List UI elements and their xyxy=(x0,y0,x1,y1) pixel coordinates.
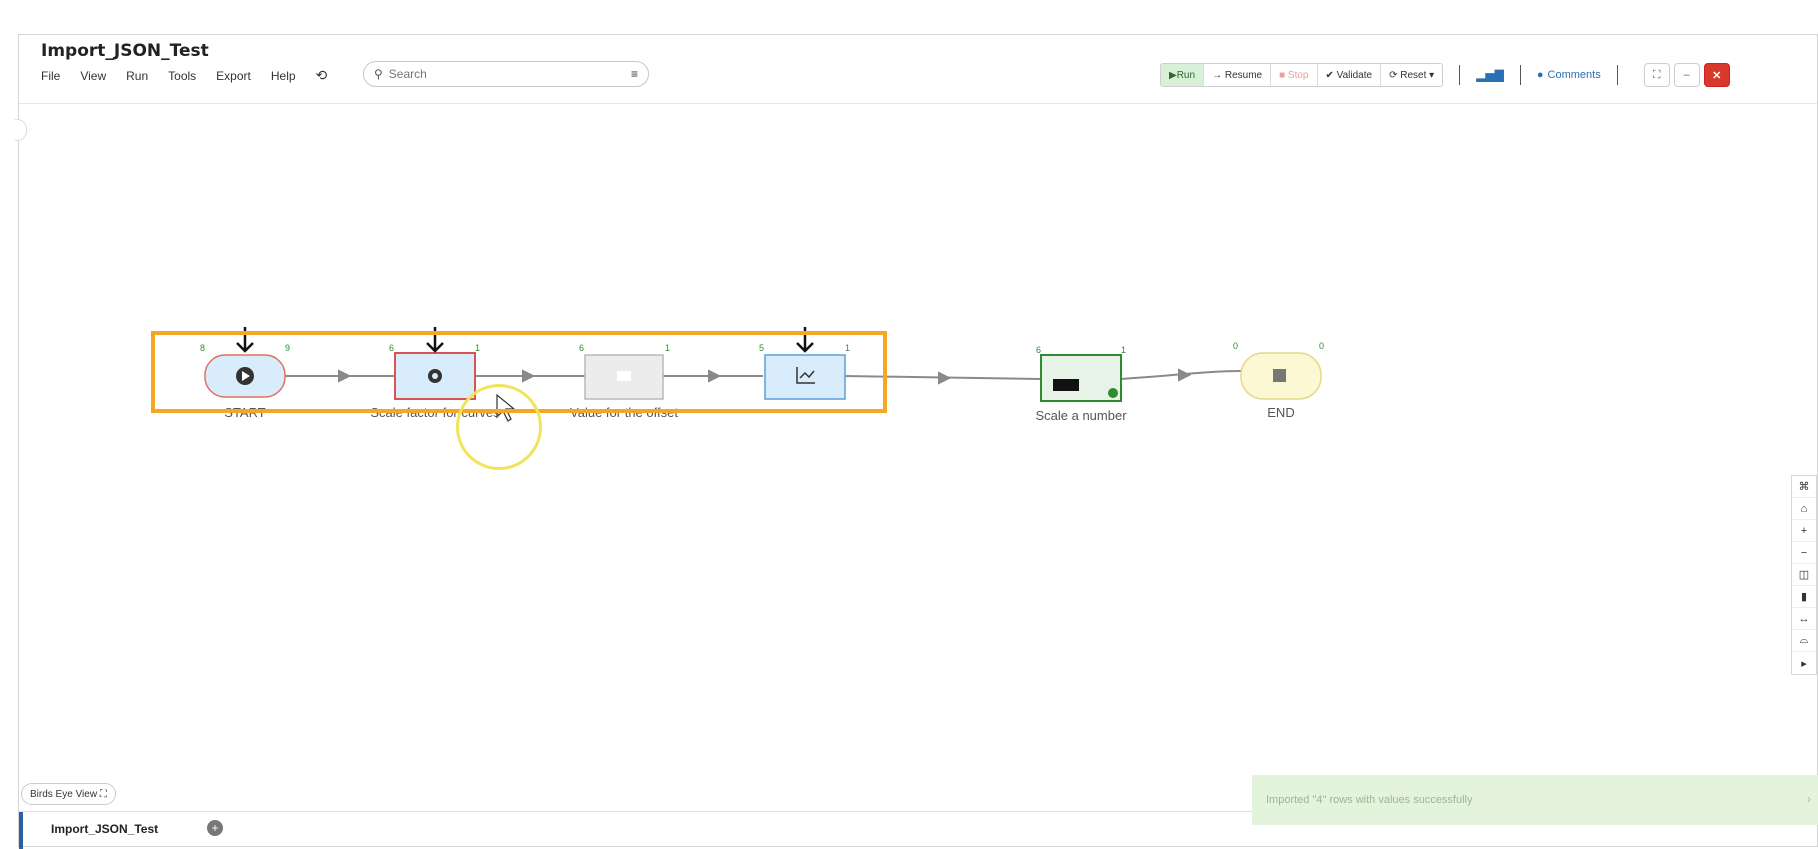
check-icon xyxy=(1108,388,1118,398)
expand-width-icon[interactable]: ↔ xyxy=(1792,608,1816,630)
minimize-icon[interactable]: – xyxy=(1673,63,1700,87)
window-controls: ⛶ – ✕ xyxy=(1643,63,1730,87)
app-window: Import_JSON_Test File View Run Tools Exp… xyxy=(15,34,1818,849)
comment-icon: ● xyxy=(1536,69,1544,81)
bar-chart-icon[interactable]: ▮ xyxy=(1792,586,1816,608)
search-input[interactable] xyxy=(388,67,589,81)
run-button[interactable]: ▶ Run xyxy=(1161,64,1205,86)
toolbar-divider xyxy=(1519,65,1521,85)
menu-run[interactable]: Run xyxy=(126,69,148,83)
port-out: 0 xyxy=(1319,341,1325,351)
arrow-head xyxy=(1178,368,1192,382)
layout-icon[interactable]: ◫ xyxy=(1792,564,1816,586)
header-divider xyxy=(19,103,1817,104)
filter-icon[interactable]: ≡ xyxy=(631,67,638,81)
stop-icon: ■ xyxy=(1279,69,1288,81)
toolbar-divider xyxy=(1616,65,1618,85)
resume-label: Resume xyxy=(1224,69,1263,81)
menu-export[interactable]: Export xyxy=(216,69,251,83)
tab-label: Import_JSON_Test xyxy=(51,822,159,836)
toast-close-icon[interactable]: › xyxy=(1807,792,1811,806)
arrow-head xyxy=(938,371,952,385)
arrow-right-icon: → xyxy=(1212,69,1225,81)
stop-button[interactable]: ■ Stop xyxy=(1271,64,1318,86)
caret-down-icon: ▾ xyxy=(1426,69,1435,81)
stop-label: Stop xyxy=(1287,69,1309,81)
cursor-highlight xyxy=(456,384,542,470)
menu-help[interactable]: Help xyxy=(271,69,296,83)
run-toolbar: ▶ Run → Resume ■ Stop ✔ Validate ⟳ Reset … xyxy=(1160,63,1730,87)
search-box[interactable]: ⚲ ≡ xyxy=(363,61,649,87)
birds-eye-label: Birds Eye View xyxy=(30,788,98,800)
fullscreen-icon[interactable]: ⛶ xyxy=(1643,63,1670,87)
run-controls: ▶ Run → Resume ■ Stop ✔ Validate ⟳ Reset … xyxy=(1160,63,1444,87)
display-icon xyxy=(1053,379,1079,391)
node-label-scale-number: Scale a number xyxy=(1035,408,1127,423)
expand-icon: ⛶ xyxy=(97,788,107,800)
port-in: 6 xyxy=(1036,345,1042,355)
zoom-out-icon[interactable]: − xyxy=(1792,542,1816,564)
tab-import-json-test[interactable]: Import_JSON_Test xyxy=(19,812,189,849)
workflow-graph xyxy=(204,327,1322,422)
reset-label: Reset xyxy=(1400,69,1427,81)
play-icon: ▶ xyxy=(1169,69,1177,81)
close-icon[interactable]: ✕ xyxy=(1703,63,1730,87)
fit-icon[interactable]: ⌘ xyxy=(1792,476,1816,498)
stop-square-icon xyxy=(1273,369,1286,382)
history-icon[interactable]: ⟲ xyxy=(316,67,328,84)
comments-button[interactable]: ● Comments xyxy=(1537,69,1601,81)
toolbar-divider xyxy=(1459,65,1461,85)
validate-button[interactable]: ✔ Validate xyxy=(1318,64,1382,86)
check-circle-icon: ✔ xyxy=(1325,69,1337,81)
add-tab-icon[interactable]: + xyxy=(207,820,223,836)
canvas-tool-strip: ⌘ ⌂ + − ◫ ▮ ↔ ⌓ ▸ xyxy=(1791,475,1817,675)
search-icon: ⚲ xyxy=(374,67,383,81)
bar-chart-icon[interactable]: ▂▅▇ xyxy=(1476,68,1504,82)
refresh-icon: ⟳ xyxy=(1389,69,1401,81)
reset-button[interactable]: ⟳ Reset ▾ xyxy=(1381,64,1442,86)
menu-view[interactable]: View xyxy=(80,69,106,83)
menu-file[interactable]: File xyxy=(41,69,60,83)
port-out: 1 xyxy=(1121,345,1127,355)
node-scale-number xyxy=(1040,354,1122,402)
toast-message: Imported "4" rows with values successful… xyxy=(1266,794,1473,806)
menu-tools[interactable]: Tools xyxy=(168,69,196,83)
success-toast: Imported "4" rows with values successful… xyxy=(1252,775,1818,825)
zoom-in-icon[interactable]: + xyxy=(1792,520,1816,542)
workflow-canvas[interactable]: 8 9 6 1 6 1 5 1 6 1 0 0 START Scale fact… xyxy=(19,105,1818,745)
port-in: 0 xyxy=(1233,341,1239,351)
page-title: Import_JSON_Test xyxy=(41,41,209,61)
basket-icon[interactable]: ⌓ xyxy=(1792,630,1816,652)
birds-eye-view-button[interactable]: Birds Eye View ⛶ xyxy=(21,783,116,805)
validate-label: Validate xyxy=(1336,69,1373,81)
node-label-end: END xyxy=(1267,405,1295,420)
resume-button[interactable]: → Resume xyxy=(1204,64,1272,86)
pointer-icon[interactable]: ▸ xyxy=(1792,652,1816,674)
menu-bar: File View Run Tools Export Help ⟲ xyxy=(41,67,347,84)
comments-label: Comments xyxy=(1547,69,1601,81)
home-icon[interactable]: ⌂ xyxy=(1792,498,1816,520)
run-label: Run xyxy=(1176,69,1196,81)
node-end xyxy=(1240,352,1322,400)
